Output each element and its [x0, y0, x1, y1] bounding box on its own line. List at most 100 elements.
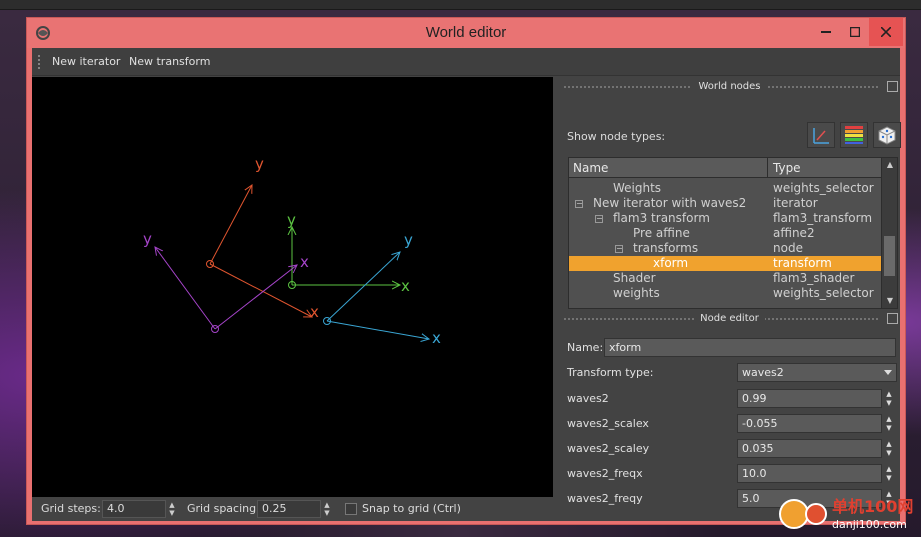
param-value: 5.0 [742, 492, 760, 505]
transform-canvas[interactable]: y x y x y x y x [32, 77, 553, 497]
spinner-icon[interactable]: ▲ ▼ [883, 390, 895, 409]
tree-row[interactable]: Pre affine affine2 [569, 226, 881, 241]
grid-steps-value: 4.0 [107, 502, 125, 515]
minimize-button[interactable] [811, 18, 841, 46]
grid-spacing-input[interactable]: 0.25 ▲ ▼ [257, 500, 330, 518]
close-button[interactable] [869, 18, 903, 46]
collapse-icon[interactable]: − [595, 215, 603, 223]
spinner-icon[interactable]: ▲ ▼ [883, 440, 895, 459]
grid-spacing-spinner-icon[interactable]: ▲ ▼ [322, 501, 332, 517]
minimize-icon [821, 31, 831, 33]
tree-row[interactable]: − New iterator with waves2 iterator [569, 196, 881, 211]
world-nodes-title: World nodes [692, 81, 767, 92]
watermark-url: danji100.com [832, 518, 907, 531]
world-nodes-dock-title[interactable]: World nodes [559, 79, 900, 95]
purple-transform-gizmo[interactable]: y x [143, 230, 309, 333]
grid-steps-input[interactable]: 4.0 ▲ ▼ [102, 500, 175, 518]
tree-row[interactable]: Weights weights_selector [569, 181, 881, 196]
param-label: waves2_freqx [567, 467, 643, 480]
title-bar[interactable]: World editor [27, 18, 905, 48]
column-name-header[interactable]: Name [573, 161, 608, 175]
node-type: weights_selector [773, 181, 874, 195]
node-name: weights [613, 286, 660, 300]
red-y-label: y [255, 155, 264, 173]
tree-row-selected[interactable]: xform transform [569, 256, 881, 271]
scroll-up-icon[interactable]: ▲ [882, 158, 898, 172]
watermark-text: 单机100网 [832, 497, 913, 516]
param-input[interactable]: -0.055 ▲ ▼ [737, 414, 892, 433]
node-type: affine2 [773, 226, 815, 240]
dock-float-icon[interactable] [887, 313, 898, 324]
world-viewport[interactable]: y x y x y x y x [32, 77, 553, 497]
grid-spacing-label: Grid spacing: [187, 502, 260, 515]
dice-icon [878, 126, 896, 145]
maximize-button[interactable] [840, 18, 870, 46]
selector-node-type-toggle[interactable] [873, 122, 901, 148]
spinner-icon[interactable]: ▲ ▼ [883, 465, 895, 484]
shader-node-type-toggle[interactable] [840, 122, 868, 148]
node-type: weights_selector [773, 286, 874, 300]
node-name: Pre affine [633, 226, 690, 240]
tree-row[interactable]: − transforms node [569, 241, 881, 256]
tree-row[interactable]: Shader flam3_shader [569, 271, 881, 286]
world-nodes-tree[interactable]: Name Type Weights weights_selector − New… [568, 157, 898, 309]
scroll-down-icon[interactable]: ▼ [882, 294, 898, 308]
blue-y-label: y [404, 231, 413, 249]
column-type-header[interactable]: Type [773, 161, 801, 175]
param-label: waves2_scalex [567, 417, 649, 430]
blue-transform-gizmo[interactable]: y x [323, 231, 442, 347]
tree-row[interactable]: − flam3 transform flam3_transform [569, 211, 881, 226]
name-label: Name: [567, 341, 604, 354]
node-name: Shader [613, 271, 656, 285]
tree-header: Name Type [569, 158, 881, 178]
snap-to-grid-checkbox[interactable] [345, 503, 357, 515]
node-name-field[interactable]: xform [604, 338, 896, 357]
new-transform-button[interactable]: New transform [129, 55, 210, 68]
blue-x-label: x [432, 329, 441, 347]
transform-type-value: waves2 [742, 366, 784, 379]
collapse-icon[interactable]: − [575, 200, 583, 208]
node-name: flam3 transform [613, 211, 710, 225]
tree-row[interactable]: weights weights_selector [569, 286, 881, 301]
node-editor-title: Node editor [694, 313, 765, 324]
node-type: transform [773, 256, 832, 270]
param-input[interactable]: 10.0 ▲ ▼ [737, 464, 892, 483]
node-name: xform [653, 256, 689, 270]
tree-scrollbar[interactable]: ▲ ▼ [881, 158, 897, 308]
node-type: flam3_transform [773, 211, 873, 225]
chevron-down-icon [884, 370, 892, 375]
spinner-icon[interactable]: ▲ ▼ [883, 415, 895, 434]
toolbar-grip-icon[interactable] [37, 54, 41, 70]
new-iterator-button[interactable]: New iterator [52, 55, 120, 68]
red-transform-gizmo[interactable]: y x [206, 155, 320, 321]
collapse-icon[interactable]: − [615, 245, 623, 253]
node-name: transforms [633, 241, 699, 255]
transform-type-label: Transform type: [567, 366, 654, 379]
client-area: New iterator New transform y x y x y x y… [32, 48, 901, 521]
param-input[interactable]: 0.99 ▲ ▼ [737, 389, 892, 408]
maximize-icon [850, 27, 860, 37]
axes-icon [813, 128, 829, 144]
purple-x-label: x [300, 253, 309, 271]
transform-type-select[interactable]: waves2 [737, 363, 897, 382]
node-editor-dock-title[interactable]: Node editor [559, 311, 900, 327]
taskbar-strip [0, 0, 921, 10]
gradient-icon [845, 126, 863, 144]
watermark: 单机100网 danji100.com [776, 494, 921, 534]
param-label: waves2 [567, 392, 609, 405]
param-input[interactable]: 0.035 ▲ ▼ [737, 439, 892, 458]
grid-steps-spinner-icon[interactable]: ▲ ▼ [167, 501, 177, 517]
dock-float-icon[interactable] [887, 81, 898, 92]
snap-to-grid-label: Snap to grid (Ctrl) [362, 502, 461, 515]
param-value: 0.035 [742, 442, 774, 455]
node-type: node [773, 241, 803, 255]
toolbar: New iterator New transform [32, 48, 900, 76]
grid-steps-label: Grid steps: [41, 502, 101, 515]
param-value: 0.99 [742, 392, 767, 405]
purple-y-label: y [143, 230, 152, 248]
grid-spacing-value: 0.25 [262, 502, 287, 515]
close-icon [881, 27, 891, 37]
scrollbar-thumb[interactable] [884, 236, 895, 276]
affine-node-type-toggle[interactable] [807, 122, 835, 148]
param-value: -0.055 [742, 417, 778, 430]
